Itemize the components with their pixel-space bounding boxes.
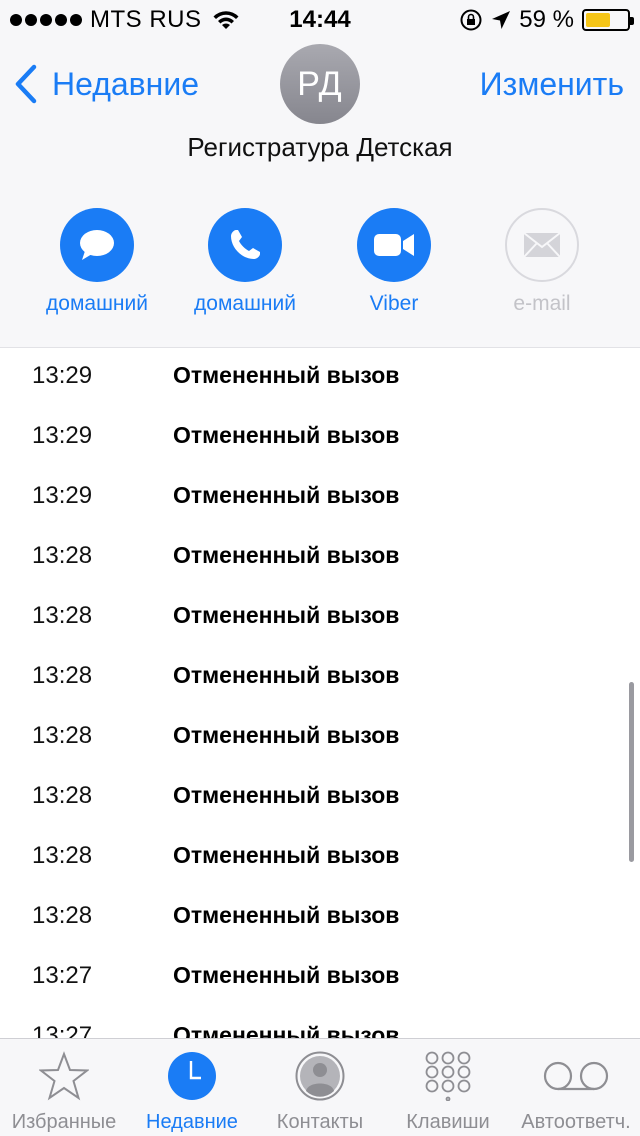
rotation-lock-icon: [460, 9, 482, 31]
mail-icon: [523, 232, 561, 258]
back-button[interactable]: Недавние: [14, 64, 199, 104]
keypad-icon: [425, 1051, 471, 1101]
call-time: 13:28: [32, 782, 93, 809]
call-status: Отмененный вызов: [173, 542, 400, 568]
contact-header: Недавние РД Изменить Регистратура Детска…: [0, 40, 640, 348]
tab-keypad-label: Клавиши: [406, 1111, 490, 1133]
voicemail-icon: [543, 1061, 609, 1091]
message-action-label: домашний: [46, 292, 148, 315]
avatar: РД: [280, 44, 360, 124]
call-row[interactable]: 13:28 Отмененный вызов: [0, 828, 640, 888]
call-time: 13:29: [32, 482, 93, 509]
phone-icon: [231, 230, 260, 259]
call-action-circle: [208, 208, 282, 282]
clock-icon: [168, 1052, 216, 1100]
tab-recents[interactable]: Недавние: [128, 1039, 256, 1136]
scrollbar[interactable]: [629, 682, 634, 862]
call-row[interactable]: 13:28 Отмененный вызов: [0, 528, 640, 588]
call-time: 13:29: [32, 422, 93, 449]
battery-fill: [586, 13, 610, 27]
tab-voicemail[interactable]: Автоответч.: [512, 1039, 640, 1136]
contact-actions: домашний домашний Viber e-mail: [0, 208, 640, 328]
tab-bar: Избранные Недавние Контакты Клавиши Авто…: [0, 1038, 640, 1136]
call-row[interactable]: 13:29 Отмененный вызов: [0, 468, 640, 528]
tab-favorites-label: Избранные: [11, 1111, 117, 1133]
message-action-button[interactable]: домашний: [23, 208, 171, 316]
call-action-button[interactable]: домашний: [171, 208, 319, 316]
call-time: 13:28: [32, 842, 93, 869]
email-action-button[interactable]: e-mail: [468, 208, 616, 316]
viber-action-label: Viber: [369, 292, 419, 315]
email-action-circle: [505, 208, 579, 282]
call-row[interactable]: 13:27 Отмененный вызов: [0, 1008, 640, 1038]
message-icon: [80, 230, 114, 260]
call-row[interactable]: 13:29 Отмененный вызов: [0, 348, 640, 408]
call-time: 13:29: [32, 362, 93, 389]
back-button-label: Недавние: [52, 65, 200, 102]
call-status: Отмененный вызов: [173, 662, 400, 688]
call-status: Отмененный вызов: [173, 362, 400, 388]
tab-favorites[interactable]: Избранные: [0, 1039, 128, 1136]
call-row[interactable]: 13:28 Отмененный вызов: [0, 768, 640, 828]
call-row[interactable]: 13:28 Отмененный вызов: [0, 888, 640, 948]
call-status: Отмененный вызов: [173, 842, 400, 868]
tab-contacts-label: Контакты: [276, 1111, 364, 1133]
call-row[interactable]: 13:27 Отмененный вызов: [0, 948, 640, 1008]
contact-name: Регистратура Детская: [187, 132, 453, 162]
call-row[interactable]: 13:28 Отмененный вызов: [0, 708, 640, 768]
call-time: 13:27: [32, 962, 93, 989]
call-status: Отмененный вызов: [173, 962, 400, 988]
call-status: Отмененный вызов: [173, 902, 400, 928]
call-status: Отмененный вызов: [173, 482, 400, 508]
call-time: 13:28: [32, 602, 93, 629]
call-time: 13:28: [32, 662, 93, 689]
battery-percent: 59 %: [519, 6, 574, 33]
edit-button[interactable]: Изменить: [480, 64, 624, 104]
call-time: 13:28: [32, 542, 93, 569]
call-time: 13:27: [32, 1022, 93, 1038]
call-time: 13:28: [32, 722, 93, 749]
call-status: Отмененный вызов: [173, 422, 400, 448]
tab-recents-label: Недавние: [146, 1111, 238, 1133]
call-row[interactable]: 13:28 Отмененный вызов: [0, 648, 640, 708]
email-action-label: e-mail: [513, 292, 571, 315]
tab-voicemail-label: Автоответч.: [521, 1111, 631, 1133]
call-status: Отмененный вызов: [173, 602, 400, 628]
call-row[interactable]: 13:29 Отмененный вызов: [0, 408, 640, 468]
call-row[interactable]: 13:28 Отмененный вызов: [0, 588, 640, 648]
call-status: Отмененный вызов: [173, 1022, 400, 1038]
status-bar: MTS RUS 14:44 59 %: [0, 0, 640, 40]
star-icon: [39, 1051, 89, 1101]
call-status: Отмененный вызов: [173, 782, 400, 808]
status-right: 59 %: [459, 6, 634, 34]
call-action-label: домашний: [194, 292, 296, 315]
battery-icon: [582, 9, 634, 31]
video-icon: [374, 234, 414, 256]
call-status: Отмененный вызов: [173, 722, 400, 748]
location-arrow-icon: [492, 11, 511, 29]
chevron-left-icon: [15, 64, 37, 104]
call-history-list[interactable]: 13:27 Отмененный вызов 13:27 Отмененный выз…: [0, 348, 640, 1038]
viber-action-button[interactable]: Viber: [320, 208, 468, 316]
tab-contacts[interactable]: Контакты: [256, 1039, 384, 1136]
message-action-circle: [60, 208, 134, 282]
tab-keypad[interactable]: Клавиши: [384, 1039, 512, 1136]
contacts-icon: [295, 1051, 345, 1101]
viber-action-circle: [357, 208, 431, 282]
call-time: 13:28: [32, 902, 93, 929]
